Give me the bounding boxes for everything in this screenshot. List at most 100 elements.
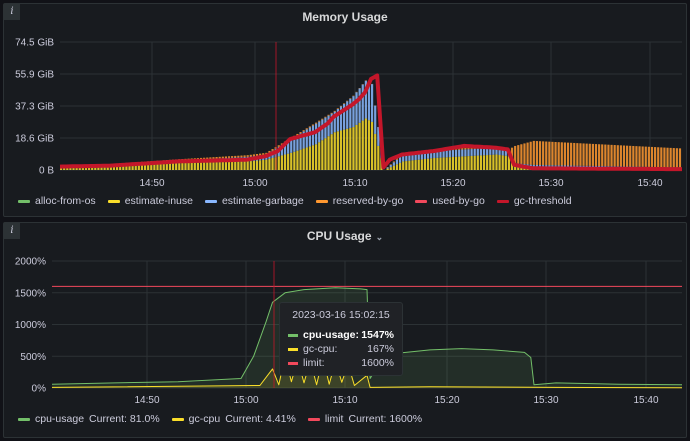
bar-reserved-by-go (324, 116, 327, 118)
bar-estimate-inuse (277, 156, 280, 170)
bar-estimate-inuse (486, 155, 489, 170)
legend-item[interactable]: reserved-by-go (315, 195, 403, 207)
bar-reserved-by-go (212, 157, 215, 159)
bar-estimate-inuse (221, 162, 224, 170)
bar-reserved-by-go (554, 142, 557, 166)
legend-swatch (415, 199, 428, 203)
bar-estimate-inuse (262, 159, 265, 170)
legend-item[interactable]: limit Current: 1600% (307, 413, 423, 425)
bar-estimate-inuse (495, 154, 498, 170)
bar-estimate-garbage (442, 150, 445, 158)
legend-current: Current: 1600% (348, 413, 423, 425)
bar-estimate-inuse (389, 167, 392, 170)
legend-item[interactable]: used-by-go (415, 195, 485, 207)
legend-item[interactable]: estimate-garbage (204, 195, 304, 207)
legend-current: Current: 4.41% (225, 413, 296, 425)
bar-estimate-inuse (252, 160, 255, 170)
bar-estimate-inuse (184, 162, 187, 170)
bar-estimate-inuse (209, 162, 212, 170)
bar-reserved-by-go (243, 155, 246, 157)
legend-item[interactable]: cpu-usage Current: 81.0% (18, 413, 160, 425)
bar-estimate-inuse (392, 165, 395, 170)
bar-estimate-inuse (150, 164, 153, 170)
bar-reserved-by-go (542, 141, 545, 166)
bar-estimate-garbage (473, 148, 476, 156)
bar-reserved-by-go (237, 155, 240, 158)
legend-label: alloc-from-os (35, 195, 96, 207)
y-tick-label: 55.9 GiB (15, 70, 54, 81)
bar-estimate-garbage (479, 148, 483, 156)
bar-estimate-garbage (395, 159, 399, 165)
bar-estimate-garbage (386, 167, 389, 169)
bar-reserved-by-go (641, 146, 644, 167)
bar-estimate-inuse (386, 168, 389, 170)
bar-estimate-inuse (476, 155, 479, 170)
bar-estimate-inuse (190, 162, 193, 170)
bar-reserved-by-go (594, 144, 598, 166)
bar-estimate-inuse (492, 154, 495, 170)
bar-reserved-by-go (678, 148, 682, 168)
bar-reserved-by-go (548, 141, 551, 166)
bar-estimate-inuse (352, 127, 355, 170)
bar-reserved-by-go (616, 145, 619, 167)
bar-estimate-inuse (398, 162, 402, 170)
bar-reserved-by-go (252, 154, 255, 157)
bar-estimate-inuse (473, 155, 476, 170)
x-tick-label: 15:30 (538, 178, 563, 189)
bar-estimate-inuse (442, 157, 445, 170)
legend-item[interactable]: alloc-from-os (18, 195, 96, 207)
bar-estimate-inuse (178, 163, 181, 170)
bar-estimate-garbage (358, 88, 361, 123)
bar-reserved-by-go (392, 161, 395, 163)
bar-estimate-inuse (349, 127, 352, 170)
bar-estimate-inuse (343, 129, 346, 170)
bar-reserved-by-go (566, 142, 570, 166)
bar-reserved-by-go (343, 103, 346, 104)
bar-estimate-inuse (311, 145, 315, 170)
x-tick-label: 15:00 (242, 178, 267, 189)
bar-reserved-by-go (523, 143, 526, 165)
bar-reserved-by-go (227, 156, 231, 158)
bar-estimate-inuse (193, 162, 196, 170)
bar-estimate-garbage (467, 149, 470, 157)
tooltip-row: limit: 1600% (288, 356, 394, 370)
legend-item[interactable]: gc-cpu Current: 4.41% (171, 413, 296, 425)
bar-reserved-by-go (224, 156, 228, 158)
legend-swatch (204, 199, 217, 203)
bar-reserved-by-go (585, 143, 588, 166)
bar-reserved-by-go (218, 156, 221, 159)
bar-estimate-inuse (423, 159, 427, 170)
bar-reserved-by-go (535, 141, 539, 165)
x-tick-label: 15:40 (633, 395, 658, 406)
legend-swatch (107, 199, 120, 203)
bar-reserved-by-go (672, 148, 675, 168)
bar-estimate-inuse (296, 150, 299, 170)
bar-reserved-by-go (622, 145, 626, 167)
x-tick-label: 15:10 (332, 395, 357, 406)
bar-estimate-inuse (411, 160, 414, 170)
bar-estimate-inuse (305, 147, 308, 170)
bar-estimate-inuse (402, 161, 405, 170)
memory-legend: alloc-from-os estimate-inuse estimate-garb… (18, 195, 572, 207)
bar-reserved-by-go (249, 154, 252, 157)
bar-estimate-inuse (433, 157, 436, 170)
bar-estimate-garbage (361, 84, 364, 121)
bar-estimate-garbage (454, 149, 458, 157)
bar-reserved-by-go (629, 145, 632, 167)
bar-estimate-inuse (405, 161, 408, 170)
bar-reserved-by-go (647, 146, 650, 167)
legend-item[interactable]: gc-threshold (496, 195, 572, 207)
bar-reserved-by-go (663, 147, 666, 168)
bar-reserved-by-go (526, 142, 529, 165)
legend-item[interactable]: estimate-inuse (107, 195, 193, 207)
chart-tooltip: 2023-03-16 15:02:15 cpu-usage: 1547% gc-cp… (279, 302, 403, 376)
bar-estimate-garbage (311, 125, 315, 146)
bar-estimate-inuse (489, 154, 492, 170)
bar-reserved-by-go (517, 145, 520, 164)
bar-reserved-by-go (619, 145, 622, 167)
legend-label: estimate-garbage (221, 195, 304, 207)
memory-chart[interactable]: 74.5 GiB 55.9 GiB 37.3 GiB 18.6 GiB 0 B 14:50… (4, 4, 688, 218)
bar-estimate-inuse (358, 122, 361, 170)
bar-reserved-by-go (299, 132, 302, 134)
bar-reserved-by-go (570, 142, 573, 166)
